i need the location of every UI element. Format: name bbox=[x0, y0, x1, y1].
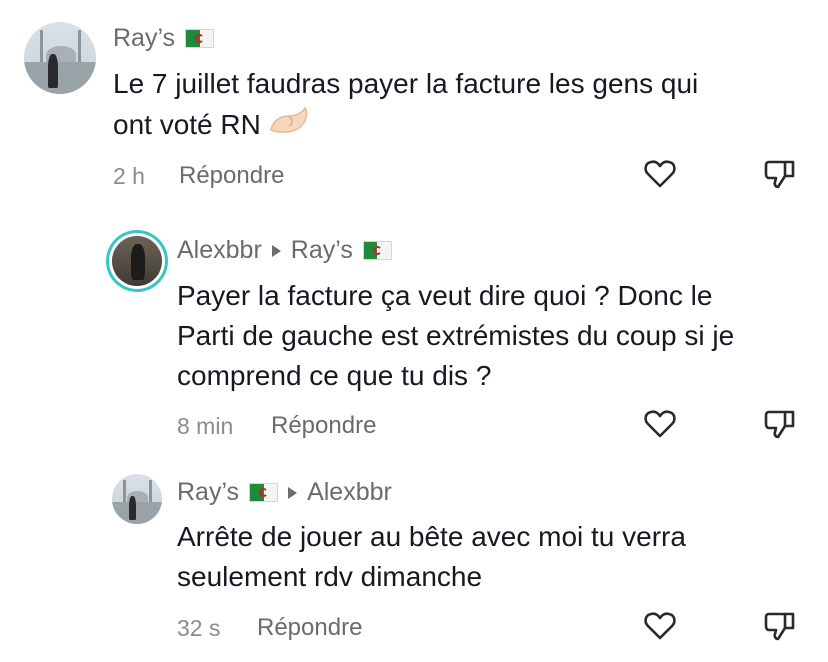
comment-username[interactable]: Ray’s Alexbbr bbox=[177, 478, 392, 507]
avatar-rays[interactable] bbox=[112, 474, 162, 524]
comment-3: Ray’s Alexbbr Arrête de jouer au bête av… bbox=[0, 0, 828, 662]
comment-timestamp: 32 s bbox=[177, 615, 221, 641]
comment-text: Arrête de jouer au bête avec moi tu verr… bbox=[177, 517, 807, 597]
heart-icon[interactable] bbox=[643, 609, 677, 643]
triangle-right-icon bbox=[288, 486, 298, 499]
reply-button[interactable]: Répondre bbox=[257, 614, 362, 642]
algeria-flag-icon bbox=[249, 483, 279, 502]
comment-text-line: seulement rdv dimanche bbox=[177, 561, 483, 592]
comment-text-line: Arrête de jouer au bête avec moi tu verr… bbox=[177, 521, 686, 552]
thumbs-down-icon[interactable] bbox=[763, 609, 797, 643]
username-text[interactable]: Ray’s bbox=[177, 478, 239, 507]
reply-to-username[interactable]: Alexbbr bbox=[307, 478, 392, 507]
